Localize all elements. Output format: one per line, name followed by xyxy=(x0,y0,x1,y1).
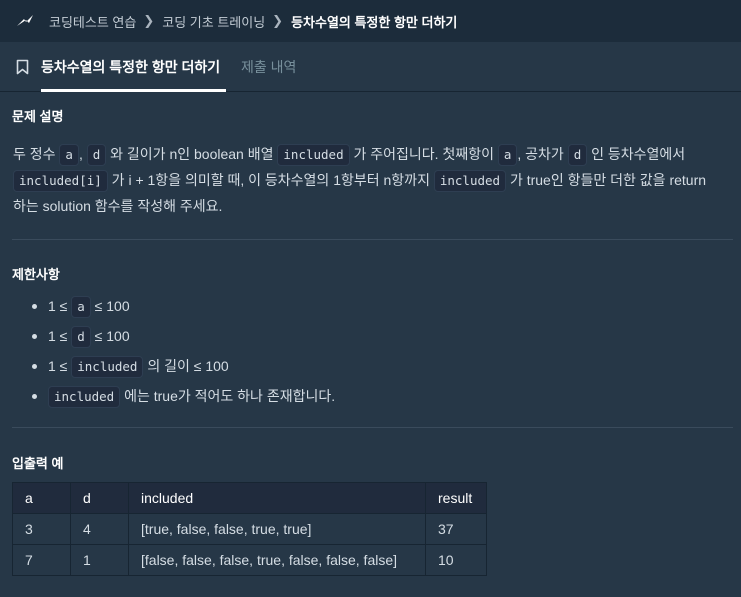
inline-code: d xyxy=(567,144,588,166)
inline-code: included xyxy=(433,170,507,192)
constraints-heading: 제한사항 xyxy=(12,267,60,282)
list-item: 1 ≤ a ≤ 100 xyxy=(32,294,335,324)
text-span: 와 길이가 n인 boolean 배열 xyxy=(106,146,278,162)
text-span: 가 주어집니다. 첫째항이 xyxy=(349,146,498,162)
description-line: 하는 solution 함수를 작성해 주세요. xyxy=(13,198,223,214)
table-cell: 3 xyxy=(12,513,71,545)
table-cell: 4 xyxy=(70,513,129,545)
text-span: 두 정수 xyxy=(13,146,60,162)
top-navigation-bar: 코딩테스트 연습 ❯ 코딩 기초 트레이닝 ❯ 등차수열의 특정한 항만 더하기 xyxy=(0,0,741,42)
examples-heading: 입출력 예 xyxy=(12,456,64,471)
chevron-right-icon: ❯ xyxy=(272,13,284,28)
table-cell: 37 xyxy=(425,513,487,545)
list-item: included 에는 true가 적어도 하나 존재합니다. xyxy=(32,384,335,414)
problem-description-heading: 문제 설명 xyxy=(12,109,64,124)
text-span: 가 i + 1항을 의미할 때, 이 등차수열의 1항부터 n항까지 xyxy=(107,172,434,188)
inline-code: included xyxy=(48,386,121,408)
inline-code: a xyxy=(71,296,91,318)
breadcrumb-item-coding-test[interactable]: 코딩테스트 연습 ❯ xyxy=(49,12,162,31)
breadcrumb-label: 코딩 기초 트레이닝 xyxy=(162,14,266,30)
inline-code: included xyxy=(277,144,350,166)
breadcrumb-label: 코딩테스트 연습 xyxy=(49,14,137,30)
chevron-right-icon: ❯ xyxy=(143,13,155,28)
text-span: 에는 true가 적어도 하나 존재합니다. xyxy=(120,388,336,404)
section-divider xyxy=(12,239,733,240)
inline-code: a xyxy=(59,144,79,166)
table-header-row: a d included result xyxy=(12,482,487,514)
table-cell: 7 xyxy=(12,544,71,576)
column-header-result: result xyxy=(425,482,487,514)
table-cell: [true, false, false, true, true] xyxy=(128,513,426,545)
tab-problem[interactable]: 등차수열의 특정한 항만 더하기 xyxy=(41,57,220,77)
column-header-included: included xyxy=(128,482,426,514)
text-span: ≤ 100 xyxy=(90,298,130,314)
text-span: , 공차가 xyxy=(517,146,568,162)
column-header-a: a xyxy=(12,482,71,514)
programmers-logo-icon[interactable] xyxy=(14,10,36,32)
section-divider xyxy=(12,427,733,428)
description-line: included[i] 가 i + 1항을 의미할 때, 이 등차수열의 1항부… xyxy=(13,167,733,193)
table-cell: [false, false, false, true, false, false… xyxy=(128,544,426,576)
inline-code: included[i] xyxy=(13,170,108,192)
list-item: 1 ≤ included 의 길이 ≤ 100 xyxy=(32,354,335,384)
problem-tabs: 등차수열의 특정한 항만 더하기 제출 내역 xyxy=(0,42,741,92)
description-line: 두 정수 a, d 와 길이가 n인 boolean 배열 included 가… xyxy=(13,141,733,167)
text-span: 1 ≤ xyxy=(48,358,72,374)
text-span: 1 ≤ xyxy=(48,328,72,344)
table-row: 3 4 [true, false, false, true, true] 37 xyxy=(12,513,487,545)
examples-table: a d included result 3 4 [true, false, fa… xyxy=(12,482,487,576)
text-span: 인 등차수열에서 xyxy=(587,146,686,162)
column-header-d: d xyxy=(70,482,129,514)
problem-description-text: 두 정수 a, d 와 길이가 n인 boolean 배열 included 가… xyxy=(13,141,733,219)
text-span: 의 길이 ≤ 100 xyxy=(143,358,229,374)
tab-submission-history[interactable]: 제출 내역 xyxy=(241,57,296,77)
breadcrumb-current: 등차수열의 특정한 항만 더하기 xyxy=(291,14,458,30)
constraints-list: 1 ≤ a ≤ 100 1 ≤ d ≤ 100 1 ≤ included 의 길… xyxy=(32,294,335,414)
list-item: 1 ≤ d ≤ 100 xyxy=(32,324,335,354)
bookmark-icon[interactable] xyxy=(16,59,29,75)
breadcrumb-item-basic-training[interactable]: 코딩 기초 트레이닝 ❯ xyxy=(162,12,291,31)
text-span: , xyxy=(78,146,87,162)
text-span: 1 ≤ xyxy=(48,298,72,314)
text-span: ≤ 100 xyxy=(90,328,130,344)
inline-code: included xyxy=(71,356,144,378)
table-cell: 1 xyxy=(70,544,129,576)
table-cell: 10 xyxy=(425,544,487,576)
inline-code: d xyxy=(86,144,107,166)
table-row: 7 1 [false, false, false, true, false, f… xyxy=(12,544,487,576)
active-tab-indicator xyxy=(41,89,226,92)
inline-code: a xyxy=(497,144,518,166)
inline-code: d xyxy=(71,326,91,348)
text-span: 가 true인 항들만 더한 값을 return xyxy=(506,172,707,188)
